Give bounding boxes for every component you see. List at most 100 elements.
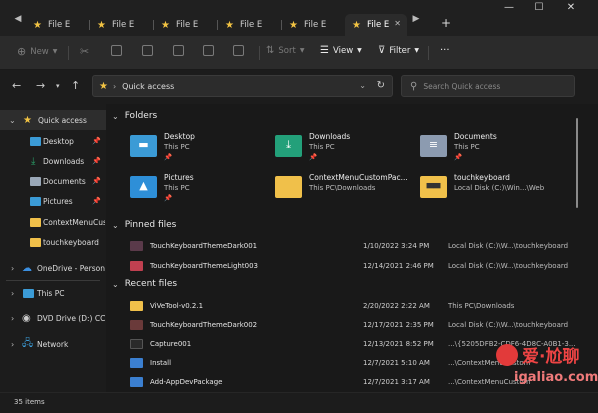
up-arrow-icon[interactable]: ↑ [71, 79, 80, 92]
recent-locations-chevron-icon[interactable]: ▾ [56, 82, 60, 90]
sidebar-item-quick-access[interactable]: ⌄ ★ Quick access [0, 110, 106, 130]
folder-tile-pictures[interactable]: ▲ Pictures This PC 📌 [130, 173, 270, 209]
sidebar-item-this-pc[interactable]: › This PC [0, 283, 106, 303]
address-bar[interactable]: ★ › Quick access ⌄ ↻ [92, 75, 393, 97]
section-header-pinned-files[interactable]: ⌄ Pinned files [112, 220, 176, 230]
chevron-down-icon: ⌄ [112, 220, 119, 230]
chevron-right-icon[interactable]: › [11, 264, 14, 273]
minimize-button[interactable]: — [494, 2, 524, 13]
sidebar-item-label: This PC [37, 288, 65, 298]
star-icon: ★ [99, 80, 108, 92]
scroll-tabs-right-icon[interactable]: ▶ [409, 14, 423, 24]
folder-name: Downloads [309, 132, 351, 141]
folder-icon: ▄▄ [420, 176, 447, 198]
folder-name: Desktop [164, 132, 195, 141]
sidebar-item-network[interactable]: › 🖧 Network [0, 334, 106, 354]
chevron-right-icon[interactable]: › [11, 314, 14, 323]
maximize-button[interactable]: ☐ [524, 2, 554, 13]
file-row[interactable]: TouchKeyboardThemeLight003 12/14/2021 2:… [124, 257, 586, 276]
chevron-down-icon: ▼ [414, 47, 420, 54]
new-icon: ⊕ [17, 45, 27, 58]
back-arrow-icon[interactable]: ← [12, 79, 21, 92]
sidebar-item-touchkeyboard[interactable]: touchkeyboard [0, 232, 106, 252]
tab-file-explorer-1[interactable]: ★ File E [26, 14, 88, 36]
file-date: 12/17/2021 2:35 PM [363, 321, 434, 329]
chevron-right-icon[interactable]: › [11, 289, 14, 298]
pin-icon: 📌 [309, 153, 318, 161]
chevron-down-icon[interactable]: ⌄ [9, 116, 16, 125]
sort-icon: ⇅ [266, 45, 275, 56]
share-button[interactable] [203, 45, 214, 56]
tab-file-explorer-active[interactable]: ★ File E ✕ [345, 14, 407, 36]
close-window-button[interactable]: ✕ [556, 2, 586, 13]
file-date: 12/14/2021 2:46 PM [363, 262, 434, 270]
chevron-right-icon[interactable]: › [11, 340, 14, 349]
copy-button[interactable] [111, 45, 122, 56]
section-header-recent-files[interactable]: ⌄ Recent files [112, 279, 177, 289]
folder-tile-touchkeyboard[interactable]: ▄▄ touchkeyboard Local Disk (C:)\Win...\… [420, 173, 560, 209]
sidebar-item-contextmenucustom[interactable]: ContextMenuCust [0, 212, 106, 232]
star-icon: ★ [289, 19, 298, 31]
watermark-text: 爱·尬聊 [522, 347, 580, 367]
sidebar-item-label: Downloads [43, 156, 85, 166]
tab-file-explorer-5[interactable]: ★ File E [282, 14, 344, 36]
rename-button[interactable] [173, 45, 184, 56]
file-row[interactable]: TouchKeyboardThemeDark002 12/17/2021 2:3… [124, 316, 586, 335]
file-row[interactable]: TouchKeyboardThemeDark001 1/10/2022 3:24… [124, 237, 586, 256]
folder-tile-documents[interactable]: ≡ Documents This PC 📌 [420, 132, 560, 168]
pin-icon: 📌 [92, 177, 101, 185]
new-tab-button[interactable]: + [441, 16, 451, 30]
delete-button[interactable] [233, 45, 244, 56]
sidebar-item-dvd-drive[interactable]: › ◉ DVD Drive (D:) CCCO [0, 308, 106, 328]
search-input[interactable] [423, 81, 564, 91]
tab-file-explorer-3[interactable]: ★ File E [154, 14, 216, 36]
sidebar-item-documents[interactable]: Documents 📌 [0, 171, 106, 191]
sidebar-item-desktop[interactable]: Desktop 📌 [0, 131, 106, 151]
folder-tile-desktop[interactable]: ▬ Desktop This PC 📌 [130, 132, 270, 168]
refresh-icon[interactable]: ↻ [377, 80, 385, 91]
folder-icon [275, 176, 302, 198]
documents-icon [30, 176, 41, 186]
sidebar-item-onedrive[interactable]: › ☁ OneDrive - Personal [0, 258, 106, 278]
tab-file-explorer-4[interactable]: ★ File E [218, 14, 280, 36]
sort-button[interactable]: ⇅ Sort ▼ [266, 45, 304, 56]
sidebar-item-downloads[interactable]: ⤓ Downloads 📌 [0, 151, 106, 171]
navigation-pane: ⌄ ★ Quick access Desktop 📌 ⤓ Downloads 📌… [0, 104, 106, 392]
paste-button[interactable] [142, 45, 153, 56]
chevron-right-icon: › [112, 81, 117, 91]
pictures-icon [30, 196, 41, 206]
close-tab-icon[interactable]: ✕ [394, 19, 401, 28]
star-icon: ★ [33, 19, 42, 31]
file-row[interactable]: ViVeTool-v0.2.1 2/20/2022 2:22 AM This P… [124, 297, 586, 316]
scroll-tabs-left-icon[interactable]: ◀ [11, 14, 25, 24]
folder-icon [30, 217, 41, 227]
toolbar-divider [68, 46, 69, 60]
tab-file-explorer-2[interactable]: ★ File E [90, 14, 152, 36]
section-title: Pinned files [124, 220, 177, 230]
filter-icon: ⊽ [378, 45, 386, 56]
cut-button[interactable]: ✂ [80, 45, 89, 58]
folder-tile-contextmenucustom[interactable]: ContextMenuCustomPac... This PC\Download… [275, 173, 415, 209]
view-button[interactable]: ☰ View ▼ [320, 45, 362, 56]
watermark-url: igaliao.com [514, 370, 598, 385]
more-options-button[interactable]: ··· [440, 45, 450, 56]
folder-tile-downloads[interactable]: ⤓ Downloads This PC 📌 [275, 132, 415, 168]
sidebar-item-label: Documents [43, 176, 86, 186]
filter-button[interactable]: ⊽ Filter ▼ [378, 45, 419, 56]
downloads-icon: ⤓ [275, 135, 302, 157]
dvd-drive-icon: ◉ [22, 312, 31, 324]
file-date: 12/13/2021 8:52 PM [363, 340, 434, 348]
sidebar-item-pictures[interactable]: Pictures 📌 [0, 191, 106, 211]
image-file-icon [130, 339, 143, 349]
chevron-down-icon: ▼ [299, 47, 305, 54]
folder-location: This PC [454, 143, 480, 151]
folder-location: This PC\Downloads [309, 184, 376, 192]
search-box[interactable]: ⚲ [401, 75, 575, 97]
vertical-scrollbar[interactable] [576, 118, 578, 208]
chevron-down-icon[interactable]: ⌄ [359, 81, 366, 90]
forward-arrow-icon[interactable]: → [36, 79, 45, 92]
new-button[interactable]: ⊕ New ▼ [17, 45, 57, 58]
section-header-folders[interactable]: ⌄ Folders [112, 111, 157, 121]
chevron-down-icon: ▼ [357, 47, 362, 54]
section-title: Recent files [124, 279, 178, 289]
